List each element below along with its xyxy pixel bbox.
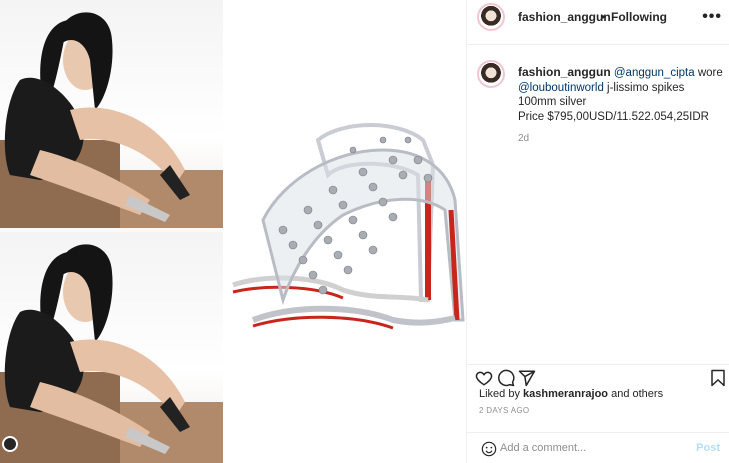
caption-username[interactable]: fashion_anggun: [518, 65, 611, 79]
caption-block: fashion_anggun @anggun_cipta wore @loubo…: [467, 46, 729, 364]
post-button[interactable]: Post: [696, 442, 720, 454]
caption-price: Price $795,00USD/11.522.054,25IDR: [518, 110, 709, 123]
more-horizontal-icon[interactable]: •••: [702, 8, 722, 26]
photo-spiked-heels: [223, 0, 466, 463]
comment-input[interactable]: [500, 440, 690, 456]
likes-suffix[interactable]: and others: [611, 388, 663, 400]
post-header: fashion_anggun • Following •••: [467, 0, 729, 45]
likes-prefix: Liked by: [479, 388, 520, 400]
caption-fragment: wore: [697, 67, 723, 79]
author-avatar[interactable]: [477, 3, 505, 31]
post-sidebar: fashion_anggun • Following ••• fashion_a…: [466, 0, 729, 463]
carousel-indicator[interactable]: [2, 436, 18, 452]
comment-bar: Post: [467, 432, 729, 463]
mention-link[interactable]: @anggun_cipta: [614, 67, 695, 79]
caption-text: fashion_anggun @anggun_cipta wore @loubo…: [518, 65, 723, 124]
send-icon[interactable]: [518, 369, 536, 387]
caption-avatar[interactable]: [477, 60, 505, 88]
post-date[interactable]: 2 DAYS AGO: [479, 406, 529, 415]
post-image[interactable]: [0, 0, 466, 463]
action-bar: [467, 364, 729, 388]
likes-line: Liked by kashmeranrajoo and others: [479, 388, 663, 400]
photo-woman-seated-top: [0, 0, 223, 228]
smiley-icon[interactable]: [481, 441, 497, 457]
photo-woman-seated-bottom: [0, 232, 223, 463]
author-username[interactable]: fashion_anggun: [518, 10, 611, 24]
following-button[interactable]: Following: [611, 10, 667, 24]
caption-timestamp[interactable]: 2d: [518, 133, 529, 144]
comment-icon[interactable]: [497, 369, 515, 387]
heart-icon[interactable]: [475, 369, 493, 387]
liked-by-user[interactable]: kashmeranrajoo: [523, 388, 608, 400]
separator-dot: •: [601, 10, 606, 24]
mention-link[interactable]: @louboutinworld: [518, 82, 604, 94]
bookmark-icon[interactable]: [709, 369, 727, 387]
